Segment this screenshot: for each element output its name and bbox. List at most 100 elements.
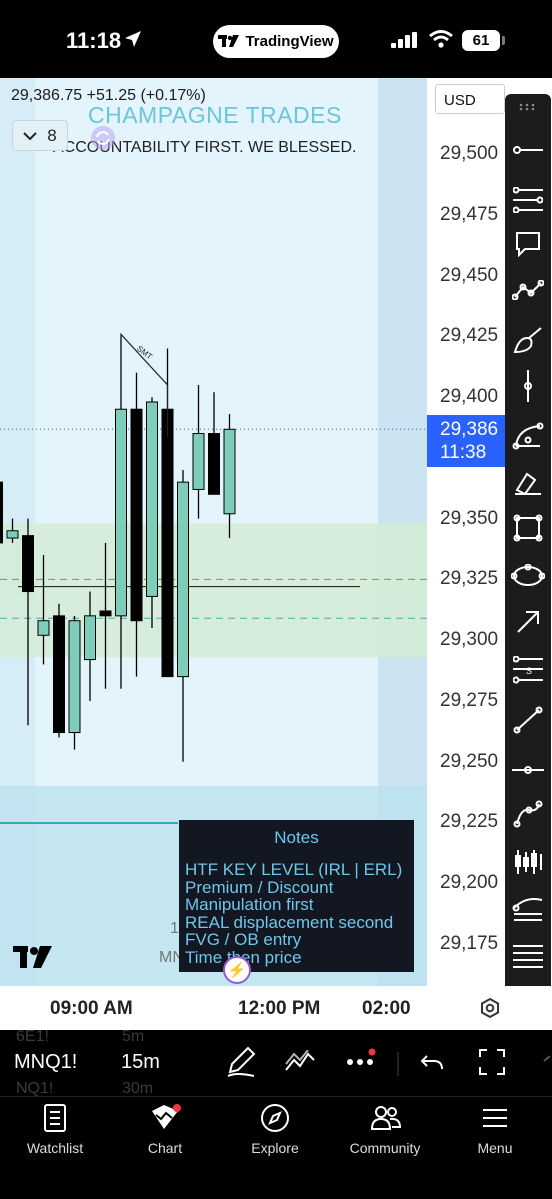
clock: 11:18 [66, 28, 122, 53]
sync-icon[interactable] [90, 125, 116, 151]
currency-selector[interactable]: USD [435, 84, 505, 114]
battery-tip [502, 36, 505, 45]
price-tick: 29,175 [440, 933, 499, 954]
time-tick: 02:00 [362, 998, 411, 1019]
current-price-value: 29,386 [440, 419, 499, 441]
indicator-count: 8 [47, 125, 57, 145]
candle-body [6, 530, 19, 539]
nav-chart[interactable]: Chart [110, 1097, 220, 1167]
cellular-signal-icon [391, 32, 417, 48]
nav-label: Explore [251, 1140, 299, 1156]
rectangle-icon[interactable] [505, 508, 551, 548]
nav-label: Community [349, 1140, 421, 1156]
candle-body [192, 433, 205, 490]
watermark-title: CHAMPAGNE TRADES [88, 102, 342, 128]
price-tick: 29,475 [440, 203, 499, 225]
fib-levels-icon[interactable] [505, 180, 551, 220]
candle-body [208, 433, 220, 495]
price-tick: 29,425 [440, 325, 499, 347]
pattern-icon[interactable] [505, 270, 551, 310]
notes-item: Time then price [185, 947, 302, 967]
arrow-icon[interactable] [505, 602, 551, 642]
undo-icon[interactable] [420, 1050, 444, 1074]
gann-fan-icon[interactable]: S [505, 650, 551, 690]
background-label: 1 [170, 920, 179, 937]
wifi-icon [429, 30, 453, 48]
channel-icon[interactable] [505, 888, 551, 928]
bottom-navigation: Watchlist Chart Explore Community Menu [0, 1096, 552, 1199]
vertical-line-icon[interactable] [505, 366, 551, 406]
nav-watchlist[interactable]: Watchlist [0, 1097, 110, 1167]
chart-canvas[interactable]: SMT 29,386.75 +51.25 (+0.17%) CHAMPAGNE … [0, 78, 427, 986]
candle-countdown: 11:38 [440, 442, 487, 464]
indicator-collapse-button[interactable]: 8 [12, 120, 68, 151]
symbol-toolbar: 6E1! 5m MNQ1! 15m NQ1! 30m [0, 1030, 552, 1096]
tradingview-watermark-icon [13, 946, 52, 968]
arc-icon[interactable] [505, 416, 551, 456]
horizontal-ray-icon[interactable] [505, 130, 551, 170]
divider [397, 1052, 399, 1076]
app-pill-label: TradingView [245, 33, 334, 50]
horizontal-line-icon[interactable] [505, 750, 551, 790]
tradingview-logo-icon [218, 35, 240, 47]
menu-icon [483, 1109, 507, 1127]
candle-body [177, 481, 189, 678]
more-options-icon[interactable] [346, 1046, 378, 1074]
brush-icon[interactable] [505, 320, 551, 360]
pencil-icon[interactable] [226, 1046, 256, 1078]
svg-text:S: S [526, 666, 532, 676]
nav-label: Watchlist [26, 1140, 84, 1156]
price-tick: 29,400 [440, 386, 499, 408]
notes-item: Premium / Discount [185, 877, 334, 897]
notes-panel[interactable]: Notes HTF KEY LEVEL (IRL | ERL) Premium … [179, 820, 414, 972]
notes-item: HTF KEY LEVEL (IRL | ERL) [185, 860, 403, 879]
current-price-label: 29,386 11:38 [427, 415, 507, 468]
drag-handle-icon[interactable] [505, 94, 551, 120]
price-tick: 29,500 [440, 143, 499, 164]
symbol-scroll-previous: 6E1! [16, 1030, 49, 1045]
price-tick: 29,225 [440, 811, 499, 833]
price-tick: 29,300 [440, 629, 499, 651]
symbol-selector[interactable]: MNQ1! [14, 1051, 77, 1074]
chevron-down-icon [23, 131, 37, 140]
highlighter-icon[interactable] [505, 462, 551, 502]
trend-line-icon[interactable] [505, 700, 551, 740]
time-tick: 09:00 AM [50, 998, 133, 1019]
settings-hex-icon[interactable] [479, 997, 501, 1019]
watchlist-icon [44, 1104, 66, 1132]
notes-item: Manipulation first [185, 895, 314, 914]
long-position-icon[interactable] [505, 842, 551, 882]
nav-label: Menu [477, 1140, 513, 1156]
ellipse-icon[interactable] [505, 556, 551, 596]
notes-title: Notes [274, 828, 319, 847]
candle-body [161, 408, 174, 678]
candle-body [53, 615, 65, 734]
price-tick: 29,325 [440, 568, 499, 590]
interval-selector[interactable]: 15m [121, 1051, 160, 1074]
app-pill[interactable]: TradingView [213, 25, 339, 58]
compass-icon [261, 1104, 289, 1132]
notes-list: HTF KEY LEVEL (IRL | ERL) Premium / Disc… [185, 861, 402, 966]
location-arrow-icon [125, 31, 141, 47]
notes-item: FVG / OB entry [185, 930, 302, 949]
time-axis[interactable]: 09:00 AM 12:00 PM 02:00 [0, 986, 552, 1030]
path-icon[interactable] [505, 794, 551, 834]
candle-body [223, 428, 236, 515]
battery-indicator: 61 [462, 30, 500, 51]
nav-community[interactable]: Community [330, 1097, 440, 1167]
price-tick: 29,450 [440, 264, 499, 286]
fullscreen-icon[interactable] [478, 1048, 506, 1076]
nav-explore[interactable]: Explore [220, 1097, 330, 1167]
text-callout-icon[interactable] [505, 224, 551, 264]
lightning-bolt-icon[interactable]: ⚡ [223, 956, 251, 984]
indicators-icon[interactable] [284, 1050, 316, 1074]
nav-menu[interactable]: Menu [440, 1097, 550, 1167]
candle-body [68, 620, 81, 734]
tools-list-icon[interactable] [505, 936, 551, 976]
candle-body [99, 610, 112, 617]
nav-label: Chart [147, 1140, 183, 1156]
notes-item: REAL displacement second [185, 912, 394, 932]
candle-body [84, 615, 96, 661]
price-tick: 29,200 [440, 872, 499, 894]
undo-more-icon[interactable] [540, 1050, 552, 1074]
